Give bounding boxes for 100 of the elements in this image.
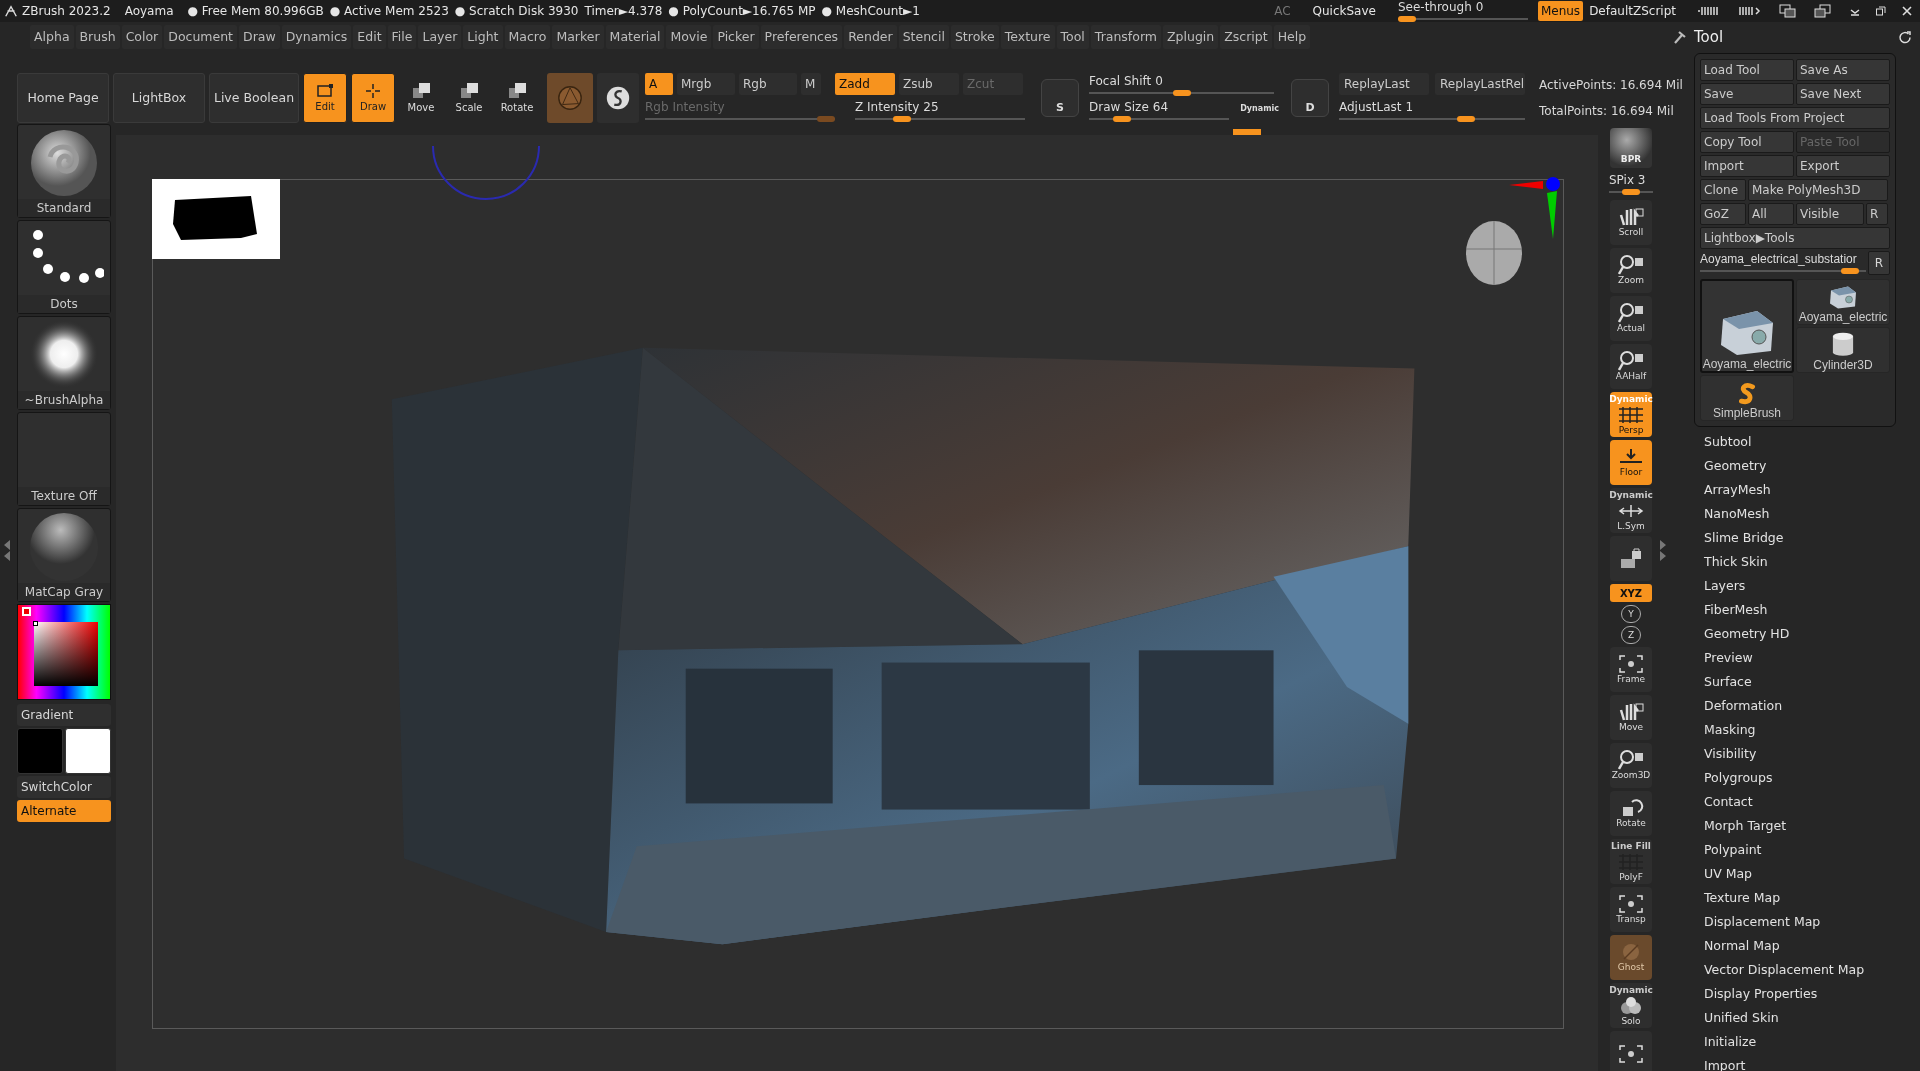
menu-item[interactable]: Marker	[552, 25, 604, 49]
panel-section[interactable]: Polygroups	[1704, 766, 1865, 790]
focal-shift-slider[interactable]: Focal Shift 0	[1089, 73, 1274, 97]
slider-thumb[interactable]	[1172, 90, 1191, 96]
tool-thumbnail[interactable]: Aoyama_electric	[1700, 279, 1794, 373]
panel-section[interactable]: Layers	[1704, 574, 1865, 598]
menu-item[interactable]: Transform	[1090, 25, 1161, 49]
color-mode-toggle[interactable]: M	[801, 73, 821, 95]
tool-mode-button[interactable]: Rotate	[495, 73, 539, 123]
menu-item[interactable]: Brush	[75, 25, 120, 49]
panel-section[interactable]: Vector Displacement Map	[1704, 958, 1865, 982]
slider-thumb[interactable]	[1622, 189, 1640, 195]
tool-action-button[interactable]: Load Tools From Project	[1700, 107, 1890, 129]
view-button[interactable]: Zoom3D	[1610, 743, 1652, 788]
view-button[interactable]: Actual	[1610, 296, 1652, 341]
panel-section[interactable]: Geometry HD	[1704, 622, 1865, 646]
tool-action-button[interactable]: Load Tool	[1700, 59, 1794, 81]
panel-section[interactable]: Unified Skin	[1704, 1006, 1865, 1030]
viewport[interactable]	[116, 135, 1598, 1071]
palette-thumbnail[interactable]: Dots	[17, 220, 111, 314]
menu-item[interactable]: Zplugin	[1163, 25, 1219, 49]
panel-section[interactable]: Texture Map	[1704, 886, 1865, 910]
view-button[interactable]: Ghost	[1610, 935, 1652, 980]
menu-item[interactable]: Alpha	[30, 25, 74, 49]
tool-thumbnail[interactable]: Aoyama_electric	[1796, 279, 1890, 325]
tool-action-button[interactable]: All	[1748, 203, 1794, 225]
see-through-slider[interactable]: See-through 0	[1397, 0, 1528, 23]
tool-action-button[interactable]: Visible	[1796, 203, 1864, 225]
spix-slider[interactable]: SPix 3	[1609, 171, 1653, 197]
view-button[interactable]: AAHalf	[1610, 344, 1652, 389]
tool-action-button[interactable]: Clone	[1700, 179, 1746, 201]
tool-action-button[interactable]: Make PolyMesh3D	[1748, 179, 1888, 201]
render-button[interactable]: BPR	[1610, 128, 1652, 168]
gradient-button[interactable]: Gradient	[17, 704, 111, 726]
current-tool-slider[interactable]: Aoyama_electrical_substatior	[1700, 251, 1866, 275]
view-button[interactable]: Rotate	[1610, 791, 1652, 836]
panel-section[interactable]: NanoMesh	[1704, 502, 1865, 526]
view-button[interactable]: Floor	[1610, 440, 1652, 485]
z-intensity-slider[interactable]: Z Intensity 25	[845, 99, 1025, 123]
tool-action-button[interactable]: Import	[1700, 155, 1794, 177]
view-button[interactable]	[1610, 536, 1652, 581]
tool-mode-button[interactable]: Edit	[303, 73, 347, 123]
menu-item[interactable]: Stencil	[898, 25, 949, 49]
switch-color-button[interactable]: SwitchColor	[17, 776, 111, 798]
menu-item[interactable]: Stroke	[950, 25, 999, 49]
slider-thumb[interactable]	[1456, 116, 1475, 122]
panel-section[interactable]: UV Map	[1704, 862, 1865, 886]
menus-button[interactable]: Menus	[1537, 1, 1584, 21]
menu-item[interactable]: Color	[121, 25, 163, 49]
shelf-button[interactable]: LightBox	[113, 73, 205, 123]
panel-section[interactable]: Thick Skin	[1704, 550, 1865, 574]
panel-section[interactable]: Geometry	[1704, 454, 1865, 478]
slider-thumb[interactable]	[1113, 116, 1132, 122]
brush-radius-button[interactable]: D	[1291, 79, 1329, 117]
panel-section[interactable]: Contact	[1704, 790, 1865, 814]
menu-item[interactable]: Movie	[666, 25, 712, 49]
menu-item[interactable]: Tool	[1056, 25, 1089, 49]
reset-button[interactable]: R	[1868, 251, 1890, 275]
tool-mode-button[interactable]: Scale	[447, 73, 491, 123]
view-button[interactable]: Dynamic L.Sym	[1610, 488, 1652, 533]
replay-button[interactable]: ReplayLast	[1339, 73, 1429, 95]
tool-action-button[interactable]: Export	[1796, 155, 1890, 177]
palette-thumbnail[interactable]: Standard	[17, 124, 111, 218]
panel-section[interactable]: FiberMesh	[1704, 598, 1865, 622]
tool-action-button[interactable]: Save	[1700, 83, 1794, 105]
view-button[interactable]: Line Fill PolyF	[1610, 839, 1652, 884]
menu-item[interactable]: Draw	[239, 25, 280, 49]
menu-item[interactable]: Material	[605, 25, 665, 49]
panel-section[interactable]: Masking	[1704, 718, 1865, 742]
menu-item[interactable]: Texture	[1000, 25, 1055, 49]
panel-section[interactable]: Displacement Map	[1704, 910, 1865, 934]
menu-item[interactable]: Picker	[713, 25, 759, 49]
panel-section[interactable]: Deformation	[1704, 694, 1865, 718]
menu-item[interactable]: Render	[844, 25, 897, 49]
view-button[interactable]	[1610, 1031, 1652, 1071]
menu-item[interactable]: Layer	[418, 25, 462, 49]
tool-action-button[interactable]: Save Next	[1796, 83, 1890, 105]
panel-section[interactable]: Polypaint	[1704, 838, 1865, 862]
panel-section[interactable]: Subtool	[1704, 430, 1865, 454]
menu-item[interactable]: Macro	[504, 25, 551, 49]
panel-section[interactable]: Morph Target	[1704, 814, 1865, 838]
secondary-color-swatch[interactable]	[65, 728, 111, 774]
panel-section[interactable]: Visibility	[1704, 742, 1865, 766]
menu-item[interactable]: Light	[463, 25, 503, 49]
z-mode-toggle[interactable]: Zsub	[899, 73, 959, 95]
view-button[interactable]: Dynamic Solo	[1610, 983, 1652, 1028]
replay-button[interactable]: ReplayLastRel	[1435, 73, 1525, 95]
view-button[interactable]: Scroll	[1610, 200, 1652, 245]
panel-section[interactable]: Initialize	[1704, 1030, 1865, 1054]
adjust-last-slider[interactable]: AdjustLast 1	[1339, 99, 1525, 123]
z-mode-toggle[interactable]: Zadd	[835, 73, 895, 95]
draw-size-slider[interactable]: Draw Size 64	[1089, 99, 1229, 123]
tool-action-button[interactable]: Save As	[1796, 59, 1890, 81]
palette-thumbnail[interactable]: Texture Off	[17, 412, 111, 506]
color-mode-toggle[interactable]: A	[645, 73, 673, 95]
rotation-axis-toggle[interactable]: XYZ	[1610, 584, 1652, 602]
palette-thumbnail[interactable]: MatCap Gray	[17, 508, 111, 602]
tool-thumbnail[interactable]: Cylinder3D	[1796, 327, 1890, 373]
view-button[interactable]: Move	[1610, 695, 1652, 740]
tool-action-button[interactable]: Copy Tool	[1700, 131, 1794, 153]
